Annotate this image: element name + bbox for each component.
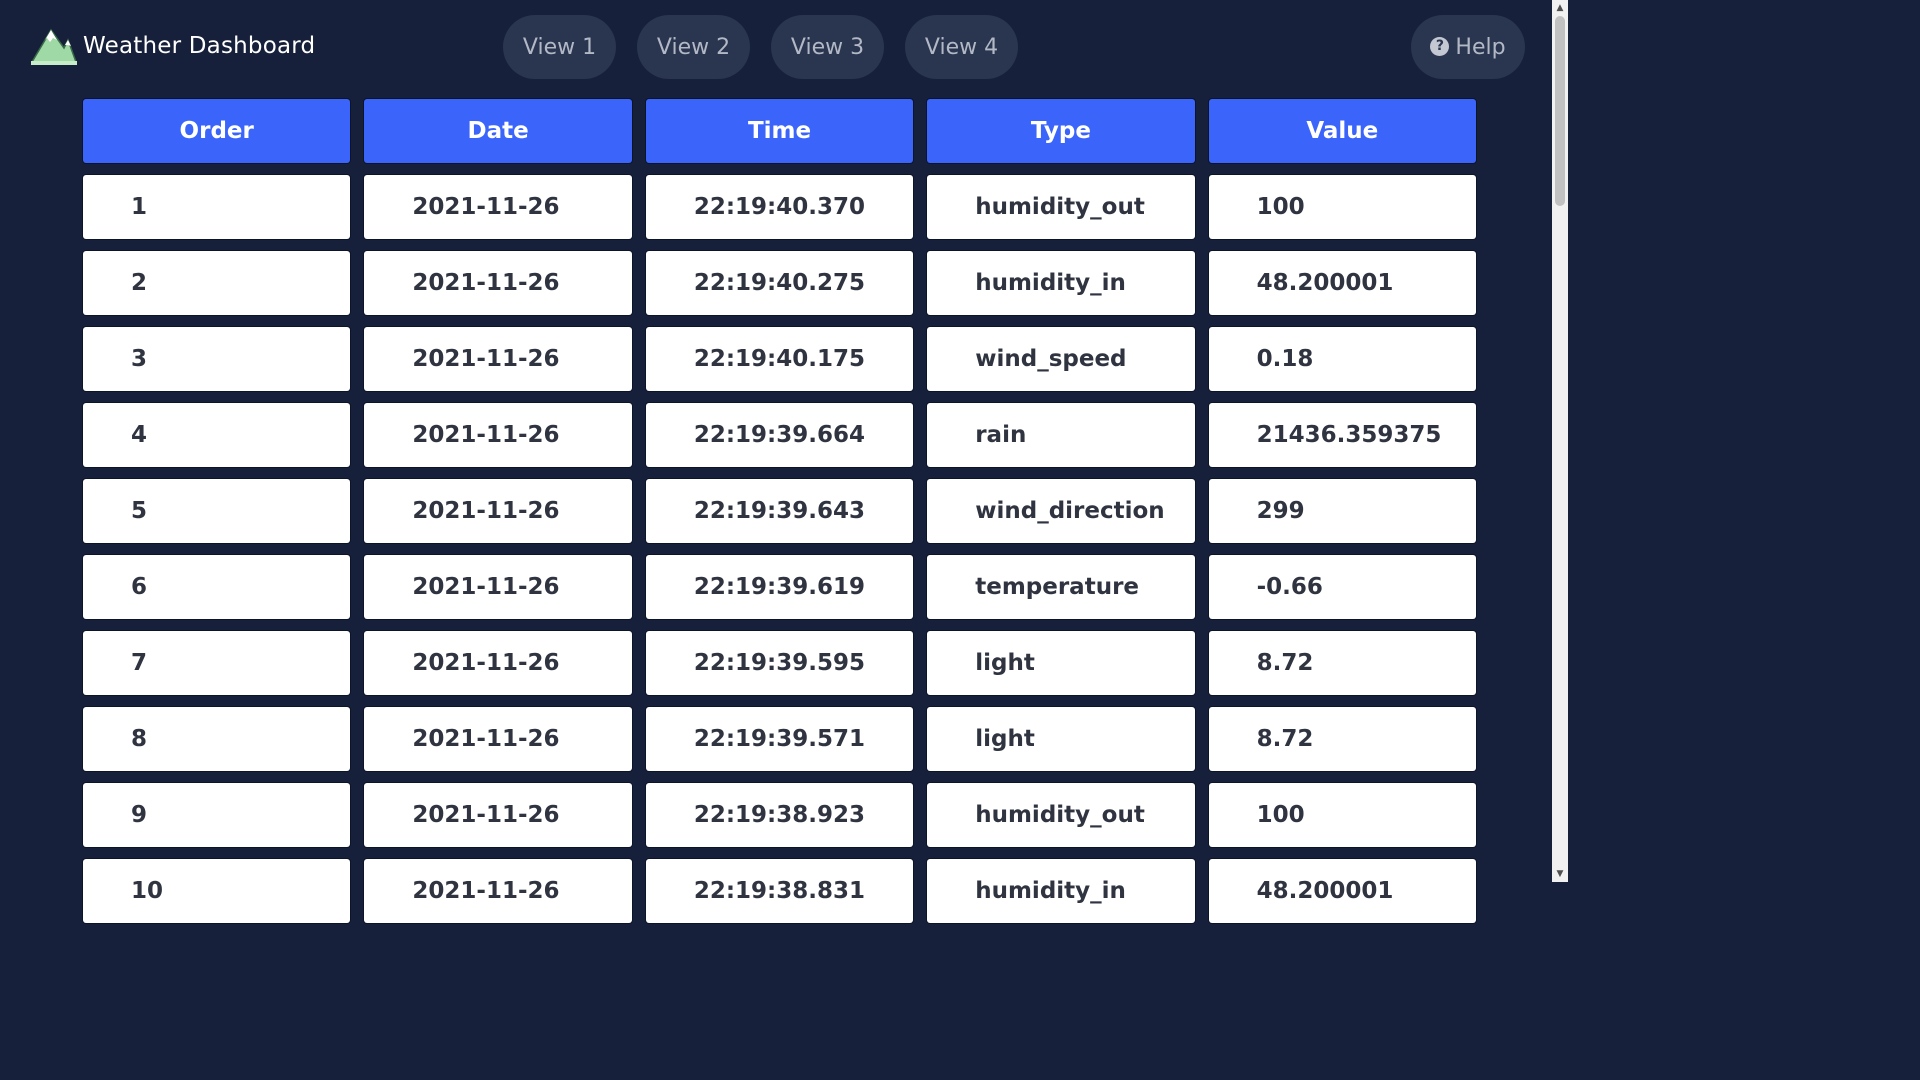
cell-order: 9 (83, 783, 351, 847)
cell-type: humidity_out (927, 783, 1195, 847)
cell-date: 2021-11-26 (364, 175, 632, 239)
view-4-button[interactable]: View 4 (905, 15, 1018, 79)
cell-type: temperature (927, 555, 1195, 619)
scroll-up-arrow-icon[interactable]: ▲ (1552, 0, 1568, 16)
cell-value: 48.200001 (1208, 859, 1477, 923)
cell-time: 22:19:39.664 (645, 403, 914, 467)
cell-order: 6 (83, 555, 351, 619)
table-row: 4 2021-11-26 22:19:39.664 rain 21436.359… (79, 401, 1477, 467)
cell-value: 299 (1208, 479, 1477, 543)
cell-value: 0.18 (1208, 327, 1477, 391)
cell-value: 100 (1208, 175, 1477, 239)
table-row: 2 2021-11-26 22:19:40.275 humidity_in 48… (79, 249, 1477, 315)
cell-time: 22:19:39.595 (645, 631, 914, 695)
scrollbar-thumb[interactable] (1555, 16, 1565, 206)
view-1-button[interactable]: View 1 (503, 15, 616, 79)
top-navbar: Weather Dashboard View 1 View 2 View 3 V… (0, 0, 1552, 92)
scroll-down-arrow-icon[interactable]: ▼ (1552, 866, 1568, 882)
cell-type: light (927, 707, 1195, 771)
cell-date: 2021-11-26 (364, 631, 632, 695)
cell-order: 8 (83, 707, 351, 771)
help-button[interactable]: ? Help (1411, 15, 1525, 79)
column-header-value[interactable]: Value (1208, 99, 1477, 163)
cell-value: 100 (1208, 783, 1477, 847)
cell-date: 2021-11-26 (364, 327, 632, 391)
table-row: 9 2021-11-26 22:19:38.923 humidity_out 1… (79, 781, 1477, 847)
cell-order: 2 (83, 251, 351, 315)
cell-order: 7 (83, 631, 351, 695)
cell-type: humidity_in (927, 859, 1195, 923)
cell-type: wind_direction (927, 479, 1195, 543)
cell-type: light (927, 631, 1195, 695)
cell-order: 1 (83, 175, 351, 239)
question-circle-icon: ? (1430, 36, 1450, 56)
cell-date: 2021-11-26 (364, 859, 632, 923)
cell-date: 2021-11-26 (364, 555, 632, 619)
table-row: 5 2021-11-26 22:19:39.643 wind_direction… (79, 477, 1477, 543)
brand[interactable]: Weather Dashboard (31, 26, 315, 66)
column-header-type[interactable]: Type (927, 99, 1195, 163)
cell-type: rain (927, 403, 1195, 467)
table-row: 3 2021-11-26 22:19:40.175 wind_speed 0.1… (79, 325, 1477, 391)
cell-date: 2021-11-26 (364, 783, 632, 847)
cell-value: 8.72 (1208, 631, 1477, 695)
cell-type: wind_speed (927, 327, 1195, 391)
cell-type: humidity_out (927, 175, 1195, 239)
help-label: Help (1455, 34, 1506, 60)
view-2-button[interactable]: View 2 (637, 15, 750, 79)
cell-order: 5 (83, 479, 351, 543)
cell-time: 22:19:38.831 (645, 859, 914, 923)
table-row: 7 2021-11-26 22:19:39.595 light 8.72 (79, 629, 1477, 695)
cell-date: 2021-11-26 (364, 251, 632, 315)
cell-time: 22:19:39.571 (645, 707, 914, 771)
cell-value: 21436.359375 (1208, 403, 1477, 467)
cell-date: 2021-11-26 (364, 403, 632, 467)
table-row: 1 2021-11-26 22:19:40.370 humidity_out 1… (79, 173, 1477, 239)
app-title: Weather Dashboard (83, 33, 316, 59)
column-header-order[interactable]: Order (83, 99, 351, 163)
data-table: Order Date Time Type Value 1 2021-11-26 … (79, 97, 1477, 933)
cell-time: 22:19:38.923 (645, 783, 914, 847)
mountain-logo-icon (31, 28, 77, 65)
column-header-time[interactable]: Time (645, 99, 914, 163)
cell-value: 8.72 (1208, 707, 1477, 771)
cell-order: 10 (83, 859, 351, 923)
cell-date: 2021-11-26 (364, 479, 632, 543)
cell-value: 48.200001 (1208, 251, 1477, 315)
cell-order: 4 (83, 403, 351, 467)
view-3-button[interactable]: View 3 (771, 15, 884, 79)
cell-time: 22:19:40.175 (645, 327, 914, 391)
table-row: 6 2021-11-26 22:19:39.619 temperature -0… (79, 553, 1477, 619)
table-row: 8 2021-11-26 22:19:39.571 light 8.72 (79, 705, 1477, 771)
cell-time: 22:19:40.275 (645, 251, 914, 315)
column-header-date[interactable]: Date (364, 99, 632, 163)
cell-date: 2021-11-26 (364, 707, 632, 771)
table-row: 10 2021-11-26 22:19:38.831 humidity_in 4… (79, 857, 1477, 923)
cell-order: 3 (83, 327, 351, 391)
vertical-scrollbar[interactable]: ▲ ▼ (1552, 0, 1568, 882)
table-header-row: Order Date Time Type Value (79, 97, 1477, 163)
cell-value: -0.66 (1208, 555, 1477, 619)
cell-time: 22:19:39.643 (645, 479, 914, 543)
cell-time: 22:19:40.370 (645, 175, 914, 239)
cell-time: 22:19:39.619 (645, 555, 914, 619)
cell-type: humidity_in (927, 251, 1195, 315)
